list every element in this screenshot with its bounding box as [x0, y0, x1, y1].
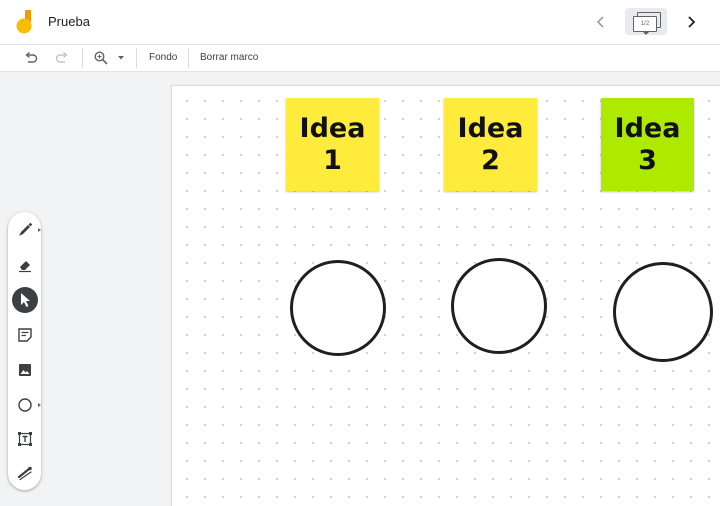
- caret-down-icon: [118, 56, 124, 60]
- eraser-icon: [19, 261, 31, 273]
- circle-shape[interactable]: [290, 260, 386, 356]
- eraser-tool[interactable]: [12, 252, 38, 278]
- next-frame-button[interactable]: [682, 12, 700, 32]
- jam-title[interactable]: Prueba: [48, 14, 90, 29]
- background-button[interactable]: Fondo: [149, 52, 177, 63]
- shape-tool[interactable]: [12, 392, 41, 418]
- clear-frame-button[interactable]: Borrar marco: [200, 52, 258, 63]
- zoom-button[interactable]: [92, 49, 110, 67]
- sticky-note-text: 2: [481, 144, 500, 176]
- toolbar: Fondo Borrar marco: [0, 45, 720, 72]
- sticky-note[interactable]: Idea 3: [601, 98, 694, 191]
- pen-tool[interactable]: [12, 217, 41, 243]
- redo-icon: [55, 52, 68, 63]
- circle-shape[interactable]: [613, 262, 713, 362]
- sticky-note[interactable]: Idea 1: [286, 98, 379, 191]
- tool-palette: [8, 212, 41, 490]
- text-box-tool[interactable]: [12, 426, 38, 452]
- chevron-left-icon: [596, 16, 604, 28]
- jamboard-logo-icon[interactable]: [14, 9, 36, 35]
- toolbar-separator: [136, 48, 137, 68]
- sticky-note[interactable]: Idea 2: [444, 98, 537, 191]
- laser-pointer-icon: [17, 466, 32, 481]
- top-bar: Prueba 1/2: [0, 0, 720, 45]
- undo-icon: [25, 52, 38, 63]
- frames-stack-icon: 1/2: [631, 11, 661, 35]
- redo-button[interactable]: [53, 49, 71, 67]
- frames-button[interactable]: 1/2: [625, 8, 667, 35]
- laser-tool[interactable]: [12, 460, 38, 486]
- pen-icon: [19, 222, 33, 236]
- sticky-note-text: 3: [638, 144, 657, 176]
- frame-counter: 1/2: [633, 15, 657, 32]
- circle-shape-icon: [18, 398, 32, 412]
- undo-button[interactable]: [22, 49, 40, 67]
- zoom-dropdown[interactable]: [115, 49, 127, 67]
- toolbar-separator: [188, 48, 189, 68]
- cursor-arrow-icon: [21, 293, 30, 307]
- circle-shape[interactable]: [451, 258, 547, 354]
- whiteboard-canvas[interactable]: Idea 1 Idea 2 Idea 3: [171, 85, 720, 506]
- sticky-note-text: Idea: [614, 112, 681, 144]
- image-icon: [19, 364, 31, 376]
- image-tool[interactable]: [12, 357, 38, 383]
- sticky-note-text: Idea: [457, 112, 524, 144]
- sticky-note-text: Idea: [299, 112, 366, 144]
- chevron-right-icon: [688, 16, 696, 28]
- sticky-note-icon: [18, 328, 32, 342]
- text-box-icon: [18, 432, 32, 446]
- select-tool[interactable]: [12, 287, 38, 313]
- sticky-note-text: 1: [323, 144, 342, 176]
- sticky-note-tool[interactable]: [12, 322, 38, 348]
- previous-frame-button[interactable]: [592, 12, 610, 32]
- toolbar-separator: [82, 48, 83, 68]
- zoom-in-icon: [94, 51, 108, 65]
